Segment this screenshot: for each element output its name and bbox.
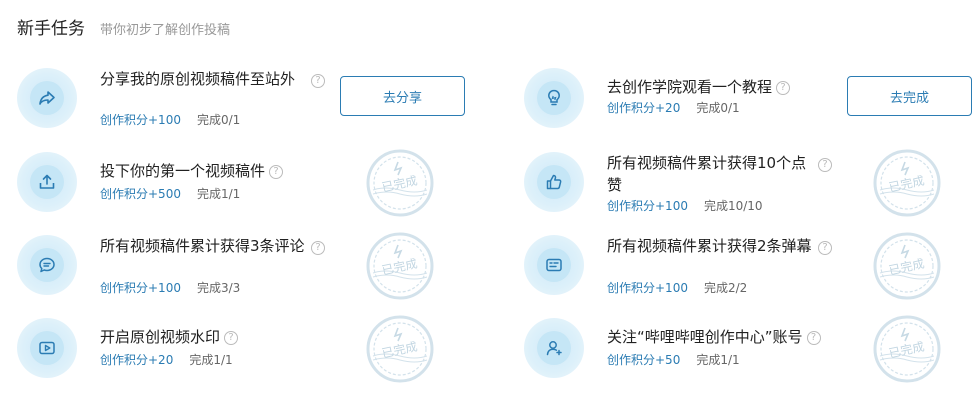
- share-button[interactable]: 去分享: [340, 76, 465, 116]
- task-icon-badge: [17, 68, 77, 128]
- help-icon[interactable]: ?: [776, 81, 791, 95]
- task-progress: 完成2/2: [703, 281, 748, 295]
- help-icon[interactable]: ?: [224, 331, 239, 345]
- comment-bubble-icon: [39, 257, 55, 273]
- task-progress: 完成0/1: [696, 101, 740, 115]
- task-progress: 完成1/1: [189, 353, 233, 367]
- task-title: 关注“哔哩哔哩创作中心”账号?: [607, 326, 867, 348]
- video-play-icon: [39, 341, 55, 355]
- task-meta: 创作积分+20 完成0/1: [607, 100, 740, 116]
- upload-icon: [39, 174, 55, 189]
- task-points: 创作积分+50: [607, 353, 681, 367]
- task-meta: 创作积分+50 完成1/1: [607, 352, 740, 368]
- task-icon-badge: [17, 235, 77, 295]
- help-icon[interactable]: ?: [269, 165, 284, 179]
- completed-stamp: 已完成: [365, 148, 435, 218]
- task-points: 创作积分+100: [100, 281, 181, 295]
- section-subtitle: 带你初步了解创作投稿: [100, 23, 231, 38]
- complete-button[interactable]: 去完成: [847, 76, 972, 116]
- task-title: 开启原创视频水印?: [100, 326, 340, 348]
- task-share-video: 分享我的原创视频稿件至站外 ? 创作积分+100 完成0/1 去分享: [17, 64, 477, 134]
- task-meta: 创作积分+500 完成1/1: [100, 186, 240, 202]
- stamp-label: 已完成: [887, 255, 925, 277]
- task-icon-badge: [17, 318, 77, 378]
- danmaku-icon: [546, 258, 562, 272]
- task-watermark: 开启原创视频水印? 创作积分+20 完成1/1 已完成: [17, 314, 477, 384]
- help-icon[interactable]: ?: [806, 331, 821, 345]
- completed-stamp: 已完成: [872, 314, 942, 384]
- task-progress: 完成1/1: [196, 187, 241, 201]
- completed-stamp: 已完成: [365, 314, 435, 384]
- task-progress: 完成10/10: [703, 199, 763, 213]
- task-progress: 完成1/1: [696, 353, 740, 367]
- share-arrow-icon: [39, 91, 55, 105]
- task-points: 创作积分+100: [607, 281, 688, 295]
- help-icon[interactable]: ?: [311, 74, 325, 88]
- task-progress: 完成3/3: [196, 281, 241, 295]
- stamp-label: 已完成: [380, 255, 418, 277]
- task-points: 创作积分+20: [607, 101, 681, 115]
- task-icon-badge: [524, 152, 584, 212]
- task-watch-tutorial: 去创作学院观看一个教程? 创作积分+20 完成0/1 去完成: [524, 64, 976, 134]
- task-comments: 所有视频稿件累计获得3条评论 ? 创作积分+100 完成3/3 已完成: [17, 231, 477, 301]
- task-meta: 创作积分+20 完成1/1: [100, 352, 233, 368]
- completed-stamp: 已完成: [872, 231, 942, 301]
- task-points: 创作积分+100: [100, 113, 181, 127]
- task-icon-badge: [524, 235, 584, 295]
- task-title: 所有视频稿件累计获得10个点赞: [607, 154, 807, 194]
- task-progress: 完成0/1: [196, 113, 241, 127]
- stamp-label: 已完成: [380, 172, 418, 194]
- task-points: 创作积分+20: [100, 353, 174, 367]
- help-icon[interactable]: ?: [818, 158, 832, 172]
- task-icon-badge: [524, 318, 584, 378]
- stamp-label: 已完成: [380, 338, 418, 360]
- section-title: 新手任务: [17, 19, 85, 39]
- task-meta: 创作积分+100 完成3/3: [100, 280, 240, 296]
- task-title: 投下你的第一个视频稿件?: [100, 160, 340, 182]
- task-meta: 创作积分+100 完成10/10: [607, 198, 763, 214]
- task-title: 去创作学院观看一个教程?: [607, 76, 867, 98]
- task-meta: 创作积分+100 完成0/1: [100, 112, 240, 128]
- task-icon-badge: [524, 68, 584, 128]
- thumbs-up-icon: [546, 174, 562, 190]
- help-icon[interactable]: ?: [311, 241, 325, 255]
- section-header: 新手任务 带你初步了解创作投稿: [17, 14, 230, 39]
- task-danmaku: 所有视频稿件累计获得2条弹幕 ? 创作积分+100 完成2/2 已完成: [524, 231, 976, 301]
- lightbulb-icon: [548, 89, 560, 106]
- help-icon[interactable]: ?: [818, 241, 832, 255]
- task-title: 所有视频稿件累计获得2条弹幕: [607, 237, 812, 255]
- task-points: 创作积分+100: [607, 199, 688, 213]
- task-icon-badge: [17, 152, 77, 212]
- task-title: 分享我的原创视频稿件至站外: [100, 70, 296, 88]
- task-likes: 所有视频稿件累计获得10个点赞 ? 创作积分+100 完成10/10 已完成: [524, 148, 976, 218]
- stamp-label: 已完成: [887, 338, 925, 360]
- task-meta: 创作积分+100 完成2/2: [607, 280, 747, 296]
- task-first-upload: 投下你的第一个视频稿件? 创作积分+500 完成1/1 已完成: [17, 148, 477, 218]
- completed-stamp: 已完成: [872, 148, 942, 218]
- stamp-label: 已完成: [887, 172, 925, 194]
- task-follow-account: 关注“哔哩哔哩创作中心”账号? 创作积分+50 完成1/1 已完成: [524, 314, 976, 384]
- follow-user-icon: [546, 341, 562, 356]
- completed-stamp: 已完成: [365, 231, 435, 301]
- task-title: 所有视频稿件累计获得3条评论: [100, 237, 305, 255]
- task-points: 创作积分+500: [100, 187, 181, 201]
